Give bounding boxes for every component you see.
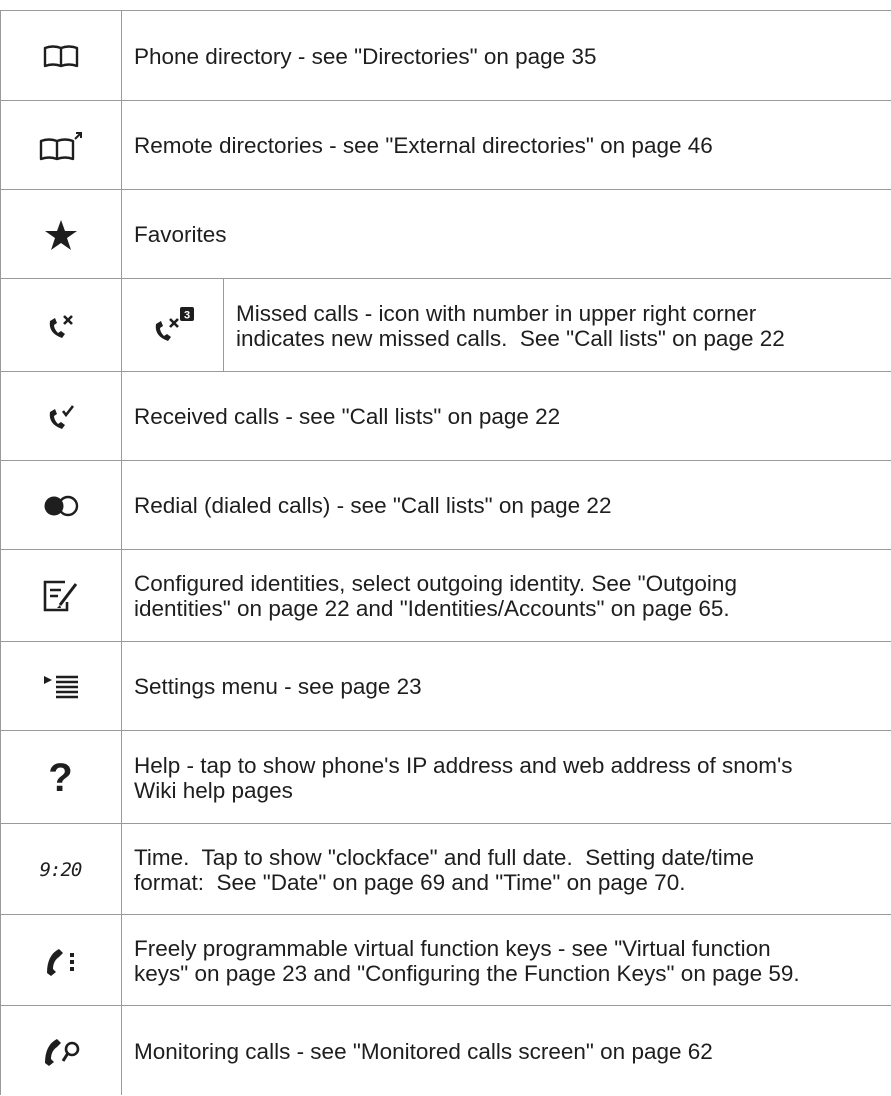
table-row: Remote directories - see "External direc…: [0, 100, 891, 190]
row-description: Settings menu - see page 23: [122, 642, 891, 731]
book-remote-icon: [0, 101, 121, 190]
table-row: Favorites: [0, 189, 891, 279]
row-text: Favorites: [134, 222, 227, 247]
clock-icon-glyph: 9:20: [39, 858, 83, 881]
row-description: Received calls - see "Call lists" on pag…: [122, 372, 891, 461]
star-icon: [0, 190, 121, 279]
help-icon: ?: [0, 731, 121, 824]
table-row: Freely programmable virtual function key…: [0, 914, 891, 1006]
missed-call-icon: [0, 279, 121, 372]
row-description: Time. Tap to show "clockface" and full d…: [122, 824, 891, 915]
missed-call-badge-icon: 3: [122, 279, 224, 372]
table-row: 9:20 Time. Tap to show "clockface" and f…: [0, 823, 891, 915]
row-description: Monitoring calls - see "Monitored calls …: [122, 1006, 891, 1096]
table-row: Redial (dialed calls) - see "Call lists"…: [0, 460, 891, 550]
row-text: Missed calls - icon with number in upper…: [236, 300, 785, 351]
row-description: Redial (dialed calls) - see "Call lists"…: [122, 461, 891, 550]
row-description: Favorites: [122, 190, 891, 279]
help-icon-glyph: ?: [48, 755, 73, 800]
identity-icon: [0, 550, 121, 642]
row-text: Monitoring calls - see "Monitored calls …: [134, 1038, 713, 1064]
table-row: Phone directory - see "Directories" on p…: [0, 10, 891, 101]
settings-menu-icon: [0, 642, 121, 731]
row-description: Missed calls - icon with number in upper…: [224, 279, 891, 372]
row-text: Configured identities, select outgoing i…: [134, 571, 737, 621]
badge-count: 3: [183, 309, 189, 321]
row-text: Received calls - see "Call lists" on pag…: [134, 404, 561, 429]
received-call-icon: [0, 372, 121, 461]
table-row: Configured identities, select outgoing i…: [0, 549, 891, 642]
clock-icon: 9:20: [0, 824, 121, 915]
table-row: 3 Missed calls - icon with number in upp…: [0, 278, 891, 372]
row-text: Remote directories - see "External direc…: [134, 133, 713, 158]
icon-reference-table: Phone directory - see "Directories" on p…: [0, 10, 891, 1095]
row-description: Freely programmable virtual function key…: [122, 915, 891, 1006]
row-text: Settings menu - see page 23: [134, 674, 422, 699]
redial-icon: [0, 461, 121, 550]
table-row: Monitoring calls - see "Monitored calls …: [0, 1005, 891, 1096]
monitoring-icon: [0, 1006, 121, 1096]
row-description: Help - tap to show phone's IP address an…: [122, 731, 891, 824]
row-description: Configured identities, select outgoing i…: [122, 550, 891, 642]
row-text: Freely programmable virtual function key…: [134, 935, 800, 986]
table-row: Settings menu - see page 23: [0, 641, 891, 731]
table-row: ? Help - tap to show phone's IP address …: [0, 730, 891, 824]
row-text: Phone directory - see "Directories" on p…: [134, 43, 597, 69]
book-icon: [0, 11, 121, 101]
table-row: Received calls - see "Call lists" on pag…: [0, 371, 891, 461]
row-text: Time. Tap to show "clockface" and full d…: [134, 844, 755, 895]
row-text: Help - tap to show phone's IP address an…: [134, 752, 793, 803]
row-text: Redial (dialed calls) - see "Call lists"…: [134, 493, 612, 518]
row-description: Phone directory - see "Directories" on p…: [122, 11, 891, 101]
row-description: Remote directories - see "External direc…: [122, 101, 891, 190]
function-keys-icon: [0, 915, 121, 1006]
